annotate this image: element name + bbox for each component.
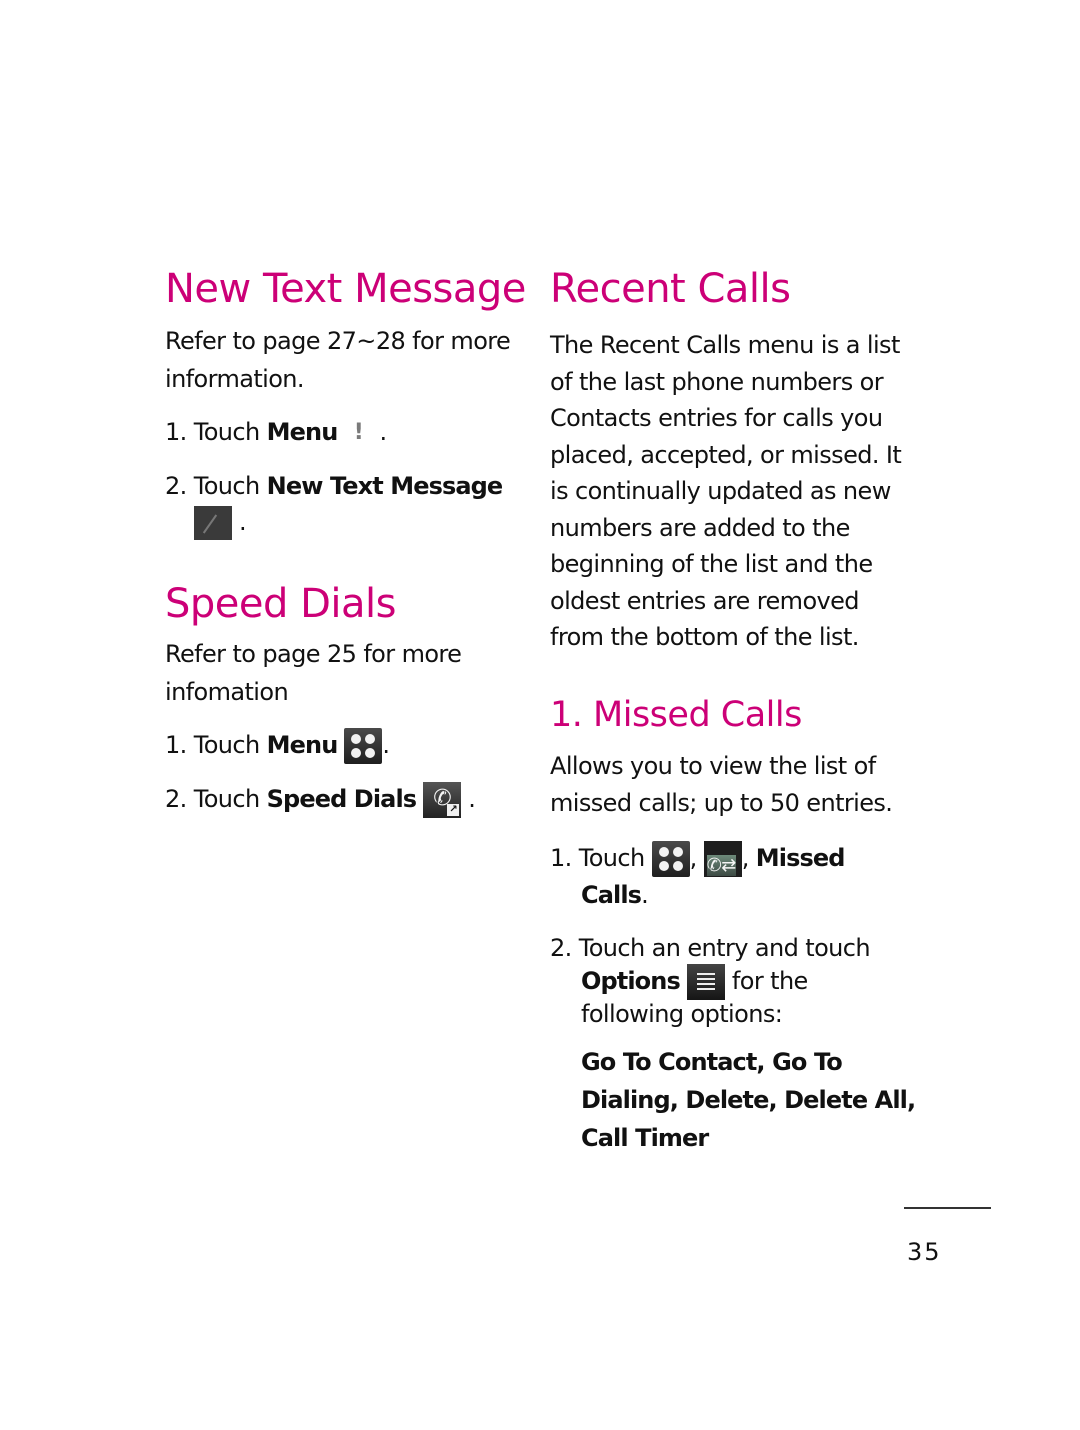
speed-dials-step-2: 2. Touch Speed Dials ✆ ↗ . — [165, 780, 476, 818]
step-verb: Touch — [193, 785, 260, 813]
body-line: The Recent Calls menu is a list — [550, 331, 900, 359]
speed-dial-phone-icon: ✆ ↗ — [423, 782, 462, 818]
step-verb: Touch — [193, 418, 260, 446]
step-end: . — [379, 418, 388, 446]
footer-rule — [904, 1207, 991, 1209]
missed-calls-body: Allows you to view the list of missed ca… — [550, 748, 893, 821]
body-line: from the bottom of the list. — [550, 623, 859, 651]
menu-grid-icon — [651, 841, 690, 877]
exclamation-menu-icon: ! — [353, 420, 364, 445]
call-log-icon: ✆⇄ — [703, 841, 742, 877]
missed-calls-step-2-cont: following options: — [581, 995, 783, 1033]
step-verb: Touch — [193, 472, 260, 500]
option-line: Dialing, Delete, Delete All, — [581, 1086, 916, 1114]
new-text-message-heading: New Text Message — [165, 266, 526, 312]
missed-calls-heading: 1. Missed Calls — [550, 695, 802, 735]
step-number: 2. — [165, 785, 187, 813]
body-line: placed, accepted, or missed. It — [550, 440, 902, 469]
intro-line: Refer to page 27~28 for more — [165, 327, 511, 355]
step-number: 1. — [165, 731, 187, 759]
speed-dials-intro: Refer to page 25 for more infomation — [165, 635, 462, 711]
recent-calls-body: The Recent Calls menu is a list of the l… — [550, 327, 902, 656]
new-text-message-step-1: 1. Touch Menu ! . — [165, 413, 387, 451]
step-number: 2. — [165, 472, 187, 500]
missed-calls-step-1: 1. Touch , ✆⇄, Missed — [550, 839, 845, 877]
intro-line: information. — [165, 365, 305, 393]
body-line: of the last phone numbers or — [550, 367, 884, 396]
step-target-calls: Calls — [581, 881, 642, 909]
body-line: missed calls; up to 50 entries. — [550, 788, 893, 817]
menu-grid-icon — [344, 728, 383, 764]
step-target-options: Options — [581, 967, 681, 995]
missed-calls-options-list: Go To Contact, Go To Dialing, Delete, De… — [581, 1043, 916, 1157]
new-message-note-icon — [194, 506, 232, 540]
intro-line: infomation — [165, 678, 289, 706]
speed-dials-step-1: 1. Touch Menu . — [165, 726, 390, 764]
body-line: is continually updated as new — [550, 477, 891, 505]
option-line: Call Timer — [581, 1124, 709, 1152]
body-line: beginning of the list and the — [550, 550, 873, 578]
body-line: Allows you to view the list of — [550, 752, 876, 780]
option-line: Go To Contact, Go To — [581, 1048, 843, 1076]
step-end: . — [468, 785, 476, 813]
step-end: . — [382, 731, 390, 759]
step-target-new-text-message: New Text Message — [266, 472, 504, 500]
separator: , — [689, 844, 698, 872]
step-target-menu: Menu — [266, 418, 339, 446]
step-text: following options: — [581, 1000, 783, 1028]
step-text: Touch an entry and touch — [578, 934, 871, 962]
new-text-message-intro: Refer to page 27~28 for more information… — [165, 322, 511, 398]
body-line: oldest entries are removed — [550, 586, 860, 615]
recent-calls-heading: Recent Calls — [550, 266, 791, 312]
body-line: numbers are added to the — [550, 513, 850, 542]
step-target-missed: Missed — [755, 844, 846, 872]
step-target-speed-dials: Speed Dials — [266, 785, 417, 813]
step-target-menu: Menu — [266, 731, 339, 759]
step-number: 1. — [165, 418, 187, 446]
step-verb: Touch — [578, 844, 645, 872]
intro-line: Refer to page 25 for more — [165, 640, 462, 668]
step-end: . — [239, 508, 247, 536]
page-number: 35 — [907, 1238, 942, 1266]
step-verb: Touch — [193, 731, 260, 759]
step-number: 1. — [550, 844, 572, 872]
step-end: . — [641, 881, 649, 909]
new-text-message-step-2: 2. Touch New Text Message — [165, 467, 504, 505]
speed-dials-heading: Speed Dials — [165, 581, 396, 627]
separator: , — [741, 844, 750, 872]
step-text: for the — [731, 967, 808, 995]
step-number: 2. — [550, 934, 572, 962]
new-text-message-step-2-icon-line: . — [194, 503, 247, 541]
missed-calls-step-1-cont: Calls. — [581, 876, 649, 914]
body-line: Contacts entries for calls you — [550, 404, 883, 432]
